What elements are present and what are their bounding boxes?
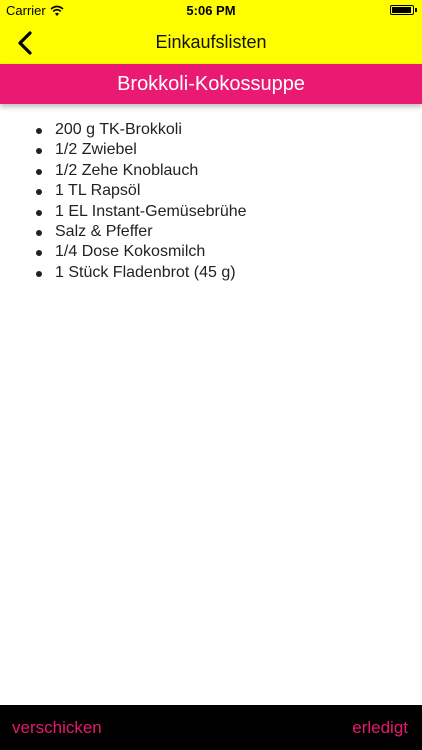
status-time: 5:06 PM <box>186 3 236 18</box>
list-item: 1/2 Zwiebel <box>36 140 247 160</box>
battery-tip <box>415 8 417 12</box>
navigation-bar: Einkaufslisten <box>0 20 422 64</box>
ingredient-list: 200 g TK-Brokkoli 1/2 Zwiebel 1/2 Zehe K… <box>0 120 247 283</box>
list-item: 200 g TK-Brokkoli <box>36 120 247 140</box>
list-item: 1/2 Zehe Knoblauch <box>36 161 247 181</box>
recipe-title: Brokkoli-Kokossuppe <box>0 64 422 104</box>
done-button[interactable]: erledigt <box>352 718 408 738</box>
bottom-toolbar: verschicken erledigt <box>0 705 422 750</box>
battery-icon <box>390 5 414 15</box>
list-item: Salz & Pfeffer <box>36 222 247 242</box>
top-bar: Carrier 5:06 PM Einkaufslisten <box>0 0 422 64</box>
list-item: 1 Stück Fladenbrot (45 g) <box>36 263 247 283</box>
page-title: Einkaufslisten <box>155 32 267 52</box>
send-button[interactable]: verschicken <box>12 718 102 738</box>
list-item: 1 EL Instant-Gemüsebrühe <box>36 202 247 222</box>
list-item: 1 TL Rapsöl <box>36 181 247 201</box>
list-item: 1/4 Dose Kokosmilch <box>36 242 247 262</box>
status-bar: Carrier 5:06 PM <box>0 0 422 20</box>
